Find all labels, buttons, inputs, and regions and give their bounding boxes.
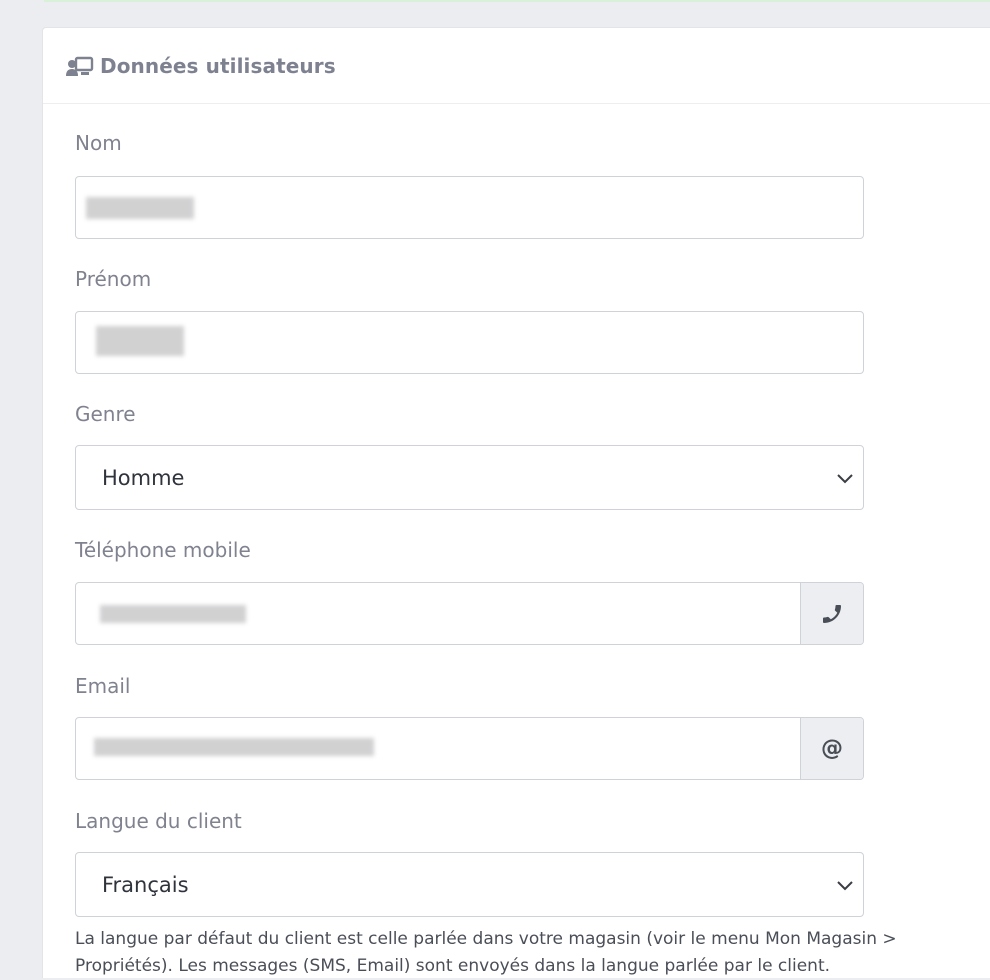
prenom-input[interactable] [75,311,864,374]
phone-addon [800,583,863,644]
prenom-field: Prénom [75,265,864,374]
card-title: Données utilisateurs [100,53,336,78]
email-label: Email [75,674,131,698]
langue-field: Langue du client Français [75,807,864,917]
langue-select[interactable]: Français [75,852,864,917]
redacted-value [96,326,184,356]
user-data-card: Données utilisateurs Nom Prénom Genre Ho… [42,27,990,978]
phone-icon [823,604,841,623]
redacted-value [86,197,194,219]
telephone-field: Téléphone mobile [75,536,864,645]
prenom-label: Prénom [75,267,152,291]
email-field: Email @ [75,672,864,780]
nom-field: Nom [75,129,864,239]
genre-label: Genre [75,402,136,426]
nom-label: Nom [75,131,122,155]
telephone-input[interactable] [75,582,864,645]
email-input[interactable]: @ [75,717,864,780]
at-sign-icon: @ [821,736,843,761]
user-screen-icon [66,56,94,78]
telephone-label: Téléphone mobile [75,538,251,562]
genre-field: Genre Homme [75,400,864,510]
redacted-value [94,738,374,756]
chevron-down-icon [837,881,853,891]
at-addon: @ [800,718,863,779]
nom-input[interactable] [75,176,864,239]
genre-select[interactable]: Homme [75,445,864,510]
genre-selected-value: Homme [102,465,185,490]
langue-help-text: La langue par défaut du client est celle… [75,929,897,976]
chevron-down-icon [837,474,853,484]
top-accent-strip [44,0,990,2]
redacted-value [100,605,246,623]
langue-label: Langue du client [75,809,242,833]
card-header: Données utilisateurs [43,28,990,104]
langue-selected-value: Français [102,872,189,897]
